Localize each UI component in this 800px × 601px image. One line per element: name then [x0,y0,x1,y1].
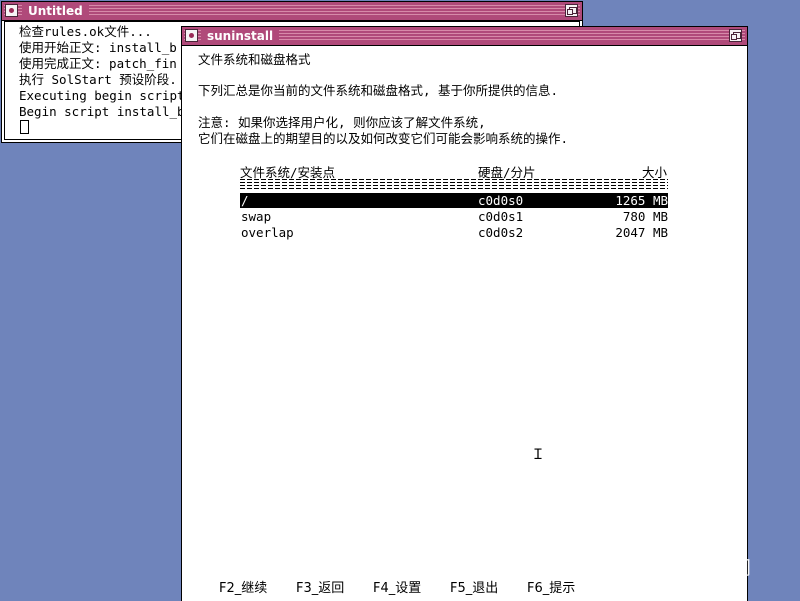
watermark: 知乎 @穿越时间 [612,557,752,579]
text-cursor [20,120,29,134]
f3-back-button[interactable]: F3_返回 [296,577,344,596]
f5-exit-button[interactable]: F5_退出 [450,577,498,596]
row-mount: / [241,193,249,208]
note-text: 它们在磁盘上的期望目的以及如何改变它们可能会影响系统的操作. [198,131,569,146]
window-title: Untitled [22,3,89,19]
titlebar-pattern [4,5,580,17]
f4-settings-button[interactable]: F4_设置 [373,577,421,596]
note-text: 注意: 如果你选择用户化, 则你应该了解文件系统, [198,115,486,130]
suninstall-titlebar[interactable]: suninstall [182,27,747,46]
resize-icon[interactable] [565,4,578,17]
summary-text: 下列汇总是你当前的文件系统和磁盘格式, 基于你所提供的信息. [198,83,559,98]
row-disk: c0d0s0 [478,193,524,208]
window-menu-icon[interactable] [185,29,198,42]
row-size: 2047 MB [615,225,668,240]
terminal-titlebar[interactable]: Untitled [2,2,582,21]
f2-continue-button[interactable]: F2_继续 [219,577,267,596]
ibeam-cursor-icon: Ｉ [531,447,545,463]
row-mount: swap [241,209,272,224]
window-menu-icon[interactable] [5,4,18,17]
header-separator [240,179,668,190]
suninstall-window: suninstall 文件系统和磁盘格式 下列汇总是你当前的文件系统和磁盘格式,… [181,26,748,601]
row-mount: overlap [241,225,294,240]
resize-icon[interactable] [729,29,742,42]
window-title: suninstall [201,28,280,44]
row-size: 780 MB [622,209,668,224]
table-row[interactable]: / c0d0s0 1265 MB [240,193,668,208]
table-row[interactable]: swap c0d0s1 780 MB [240,209,668,224]
table-row[interactable]: overlap c0d0s2 2047 MB [240,225,668,240]
f6-help-button[interactable]: F6_提示 [527,577,575,596]
row-disk: c0d0s1 [478,209,524,224]
row-disk: c0d0s2 [478,225,524,240]
page-heading: 文件系统和磁盘格式 [198,52,311,67]
row-size: 1265 MB [615,193,668,208]
